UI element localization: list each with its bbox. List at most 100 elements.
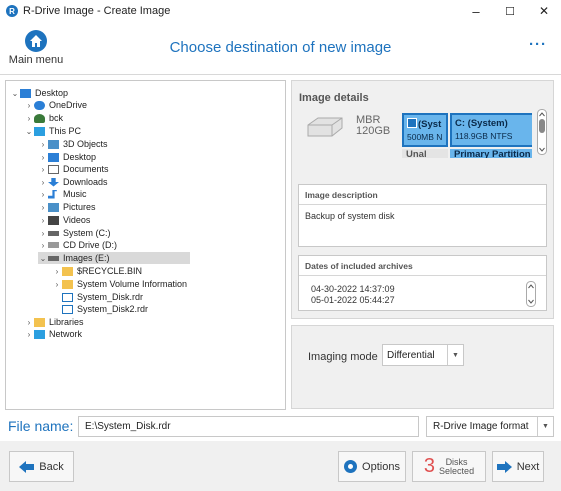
tree-item[interactable]: System_Disk.rdr [52, 291, 143, 303]
music-icon [48, 189, 57, 199]
picture-icon [48, 202, 59, 212]
image-description-box[interactable]: Image description Backup of system disk [298, 184, 547, 247]
header: Main menu Choose destination of new imag… [0, 22, 561, 72]
partition-name: C: (System) [455, 118, 508, 129]
more-options-button[interactable]: ··· [529, 36, 547, 53]
tree-item[interactable]: › OneDrive [24, 99, 87, 111]
chevron-right-icon[interactable]: › [38, 153, 48, 162]
tree-item[interactable]: › Network [24, 328, 82, 340]
tree-item-label: Images (E:) [63, 253, 110, 263]
image-format-select[interactable]: R-Drive Image format ▼ [426, 416, 554, 437]
image-description-title: Image description [299, 185, 546, 205]
tree-item[interactable]: › bck [24, 112, 63, 124]
chevron-right-icon[interactable]: › [24, 114, 34, 123]
chevron-right-icon[interactable]: › [52, 280, 62, 289]
chevron-right-icon[interactable]: › [38, 241, 48, 250]
archive-dates-scrollbar[interactable] [526, 281, 536, 307]
archive-dates-title: Dates of included archives [299, 256, 546, 276]
maximize-button[interactable]: ☐ [493, 0, 527, 22]
tree-item-label: This PC [49, 126, 82, 136]
minimize-button[interactable]: – [459, 0, 493, 22]
tree-item[interactable]: › Desktop [38, 151, 96, 163]
chevron-right-icon[interactable]: › [24, 318, 34, 327]
chevron-right-icon[interactable]: › [38, 203, 48, 212]
next-button[interactable]: Next [492, 451, 544, 482]
tree-item[interactable]: › 3D Objects [38, 138, 108, 150]
tree-item-label: $RECYCLE.BIN [77, 266, 143, 276]
archive-date: 05-01-2022 05:44:27 [311, 295, 395, 305]
tree-item-label: Desktop [63, 152, 97, 162]
partition-name: (Syst [418, 119, 442, 130]
back-button[interactable]: Back [9, 451, 74, 482]
disks-label-line2: Selected [439, 465, 475, 476]
chevron-right-icon[interactable]: › [38, 165, 48, 174]
tree-item-label: System (C:) [63, 228, 111, 238]
window-title: R-Drive Image - Create Image [23, 5, 171, 17]
tree-item[interactable]: › Libraries [24, 316, 84, 328]
chevron-right-icon[interactable]: › [38, 140, 48, 149]
chevron-right-icon[interactable]: › [38, 178, 48, 187]
tree-item[interactable]: › Documents [38, 163, 109, 175]
chevron-down-icon[interactable]: ⌄ [24, 127, 34, 136]
file-name-input[interactable]: E:\System_Disk.rdr [78, 416, 419, 437]
tree-item[interactable]: › CD Drive (D:) [38, 239, 117, 251]
arrow-right-icon [496, 460, 512, 473]
disk-size: 120GB [356, 125, 391, 137]
chevron-down-icon[interactable]: ▼ [447, 345, 463, 365]
tree-item[interactable]: System_Disk2.rdr [52, 303, 148, 315]
options-label: Options [362, 460, 400, 473]
chevron-down-icon[interactable]: ⌄ [38, 254, 48, 263]
partition-c-system[interactable]: C: (System) 118.9GB NTFS [450, 113, 532, 147]
partition-system-reserved[interactable]: (Syst 500MB N [402, 113, 448, 147]
user-icon [34, 113, 45, 123]
tree-item-label: OneDrive [49, 100, 88, 110]
tree-item[interactable]: › Videos [38, 214, 91, 226]
chevron-right-icon[interactable]: › [38, 229, 48, 238]
imaging-mode-select[interactable]: Differential ▼ [382, 344, 464, 366]
tree-item-label: Desktop [35, 88, 69, 98]
chevron-right-icon[interactable]: › [52, 267, 62, 276]
image-description-text[interactable]: Backup of system disk [299, 205, 546, 227]
options-button[interactable]: Options [338, 451, 406, 482]
tree-item[interactable]: › System Volume Information [52, 278, 187, 290]
tree-item-label: Music [63, 189, 87, 199]
image-format-value: R-Drive Image format [433, 421, 529, 432]
tree-item[interactable]: › $RECYCLE.BIN [52, 265, 142, 277]
chevron-down-icon[interactable]: ▼ [537, 417, 553, 436]
gear-icon [344, 460, 358, 473]
tree-item[interactable]: › Downloads [38, 176, 108, 188]
chevron-right-icon[interactable]: › [24, 101, 34, 110]
image-details-title: Image details [299, 92, 369, 104]
chevron-down-icon[interactable]: ⌄ [10, 89, 20, 98]
download-icon [48, 177, 59, 187]
tree-item[interactable]: ⌄ Desktop [10, 87, 68, 99]
chevron-right-icon[interactable]: › [38, 216, 48, 225]
tree-item[interactable]: › Music [38, 188, 87, 200]
partition-scrollbar[interactable] [537, 109, 547, 155]
tree-item[interactable]: ⌄ Images (E:) [38, 252, 190, 264]
cloud-icon [34, 100, 45, 110]
windows-logo-icon [407, 118, 417, 128]
tree-item-label: Pictures [63, 202, 96, 212]
disks-selected-button[interactable]: 3 Disks Selected [412, 451, 486, 482]
archive-dates-list: 04-30-2022 14:37:09 05-01-2022 05:44:27 [311, 284, 395, 306]
partition-map[interactable]: (Syst 500MB N C: (System) 118.9GB NTFS U… [402, 113, 532, 158]
footer-bar: Back Options 3 Disks Selected Next [0, 441, 561, 491]
tree-item[interactable]: › Pictures [38, 201, 96, 213]
image-details-panel: Image details MBR 120GB (Syst 500MB N C:… [291, 80, 554, 319]
tree-item[interactable]: › System (C:) [38, 227, 111, 239]
chevron-right-icon[interactable]: › [24, 330, 34, 339]
tree-item-label: Downloads [63, 177, 108, 187]
tree-item-label: System Volume Information [77, 279, 188, 289]
chevron-right-icon[interactable]: › [38, 190, 48, 199]
title-bar: R R-Drive Image - Create Image – ☐ ✕ [0, 0, 561, 22]
partition-size: 118.9GB NTFS [455, 131, 513, 141]
back-label: Back [39, 460, 64, 473]
tree-item[interactable]: ⌄ This PC [24, 125, 81, 137]
close-button[interactable]: ✕ [527, 0, 561, 22]
computer-icon [34, 126, 45, 136]
drive-icon [48, 230, 59, 236]
tree-item-label: System_Disk.rdr [77, 292, 144, 302]
folder-tree[interactable]: ⌄ Desktop › OneDrive › bck ⌄ This PC › 3D Objects… [5, 80, 286, 410]
partition-type: Primary Partition [450, 149, 532, 158]
